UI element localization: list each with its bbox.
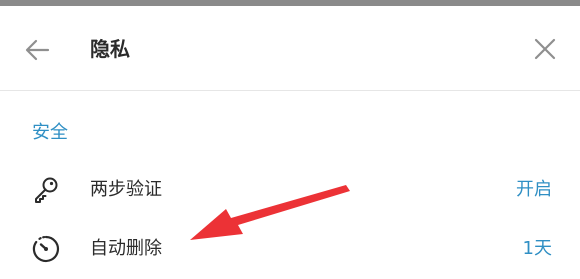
close-icon xyxy=(534,38,556,60)
key-icon xyxy=(30,174,62,206)
back-arrow-icon xyxy=(25,39,50,61)
auto-delete-row[interactable]: 自动删除 1天 xyxy=(0,221,580,277)
back-button[interactable] xyxy=(20,32,56,68)
two-step-verification-row[interactable]: 两步验证 开启 xyxy=(0,162,580,218)
auto-delete-value: 1天 xyxy=(522,238,552,259)
timer-icon xyxy=(30,233,62,265)
panel-header: 隐私 xyxy=(0,6,580,91)
section-title-security: 安全 xyxy=(32,122,68,143)
auto-delete-label: 自动删除 xyxy=(90,238,162,259)
two-step-verification-label: 两步验证 xyxy=(90,179,162,200)
page-title: 隐私 xyxy=(90,37,130,61)
privacy-settings-screen: 隐私 安全 两步验证 开启 自动删除 1天 xyxy=(0,0,580,279)
close-button[interactable] xyxy=(528,32,562,66)
two-step-verification-value: 开启 xyxy=(516,179,552,200)
